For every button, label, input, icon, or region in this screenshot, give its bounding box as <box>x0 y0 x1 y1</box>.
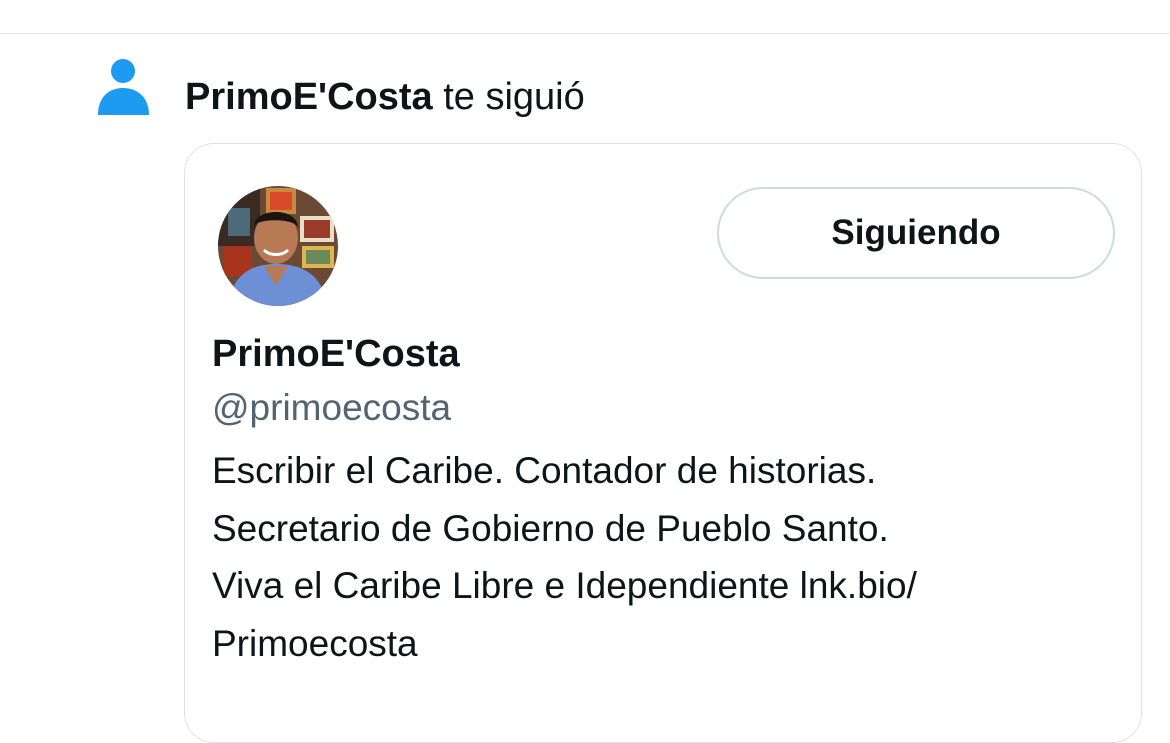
bio-line: Escribir el Caribe. Contador de historia… <box>212 450 877 491</box>
following-button[interactable]: Siguiendo <box>717 187 1115 279</box>
profile-bio: Escribir el Caribe. Contador de historia… <box>212 442 1112 672</box>
notification-action: te siguió <box>443 76 585 118</box>
bio-line: Secretario de Gobierno de Pueblo Santo. <box>212 507 889 549</box>
bio-line: Primoecosta <box>212 622 418 664</box>
profile-display-name[interactable]: PrimoE'Costa <box>212 330 460 378</box>
top-divider <box>0 33 1170 34</box>
person-icon <box>97 57 151 117</box>
bio-line: Viva el Caribe Libre e Idependiente lnk.… <box>212 565 917 606</box>
profile-handle[interactable]: @primoecosta <box>212 384 451 432</box>
notification-text: PrimoE'Costa te siguió <box>185 72 585 122</box>
notification-user-name[interactable]: PrimoE'Costa <box>185 76 433 118</box>
avatar[interactable] <box>218 186 338 306</box>
